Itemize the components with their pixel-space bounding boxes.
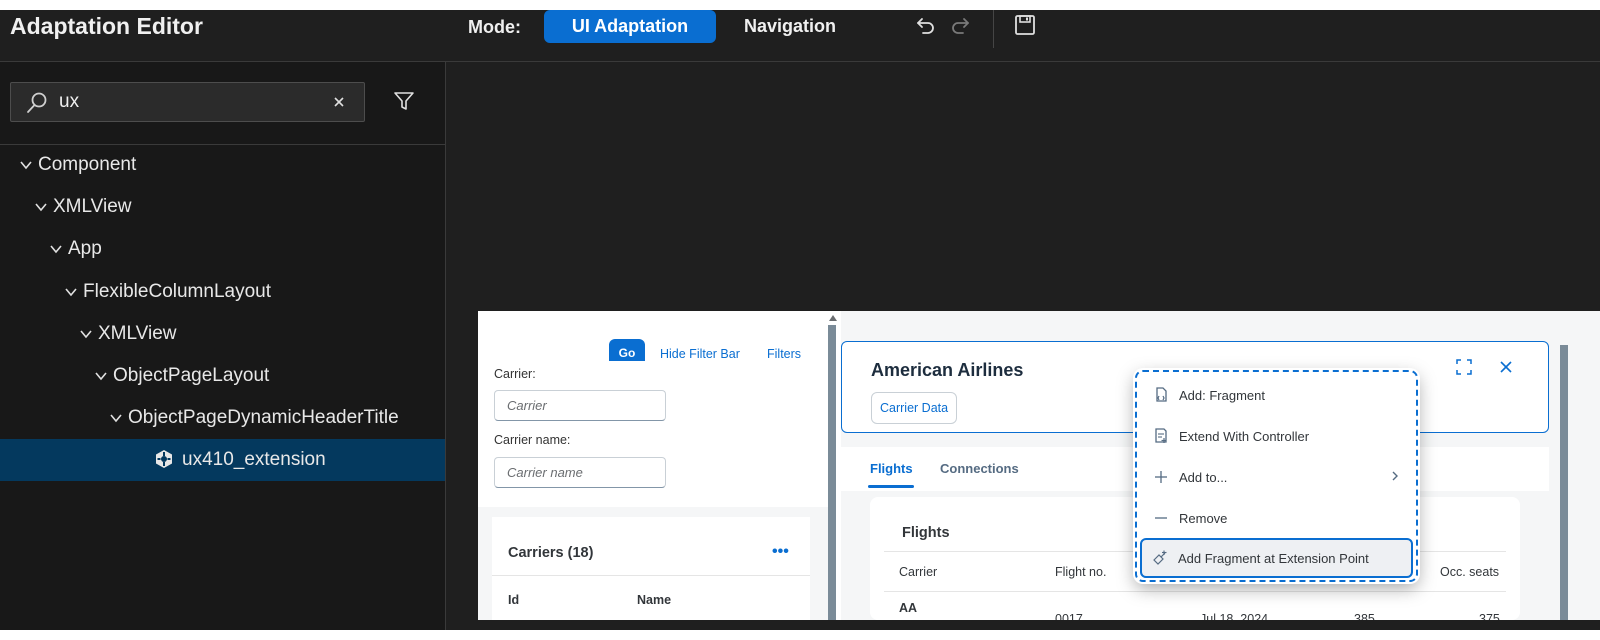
cell-seats[interactable]: 385	[1354, 612, 1375, 620]
menu-item-label: Add Fragment at Extension Point	[1178, 550, 1369, 566]
chevron-down-icon[interactable]	[18, 157, 34, 173]
extend-controller-icon	[1155, 428, 1167, 443]
object-page-scrollbar[interactable]	[1560, 345, 1568, 620]
carrier-input[interactable]: Carrier	[494, 390, 666, 421]
search-value: ux	[59, 91, 80, 112]
cell-occ-seats[interactable]: 375	[1479, 612, 1500, 620]
app-preview: Go Hide Filter Bar Filters Carrier: Carr…	[478, 311, 1600, 620]
save-icon[interactable]	[1013, 13, 1037, 37]
tree-node-xmlview-2[interactable]: XMLView	[0, 313, 445, 355]
menu-item-extend-with-controller[interactable]: Extend With Controller	[1145, 417, 1410, 455]
cell-flight-no[interactable]: 0017	[1055, 612, 1083, 620]
menu-item-label: Extend With Controller	[1179, 428, 1310, 444]
tree-node-label: ux410_extension	[182, 449, 326, 470]
hide-filter-bar-link[interactable]: Hide Filter Bar	[660, 347, 740, 361]
tree-node-label: XMLView	[53, 196, 132, 217]
mode-ui-adaptation-button[interactable]: UI Adaptation	[544, 10, 716, 43]
carrier-placeholder: Carrier	[507, 398, 547, 413]
tree-node-dynamic-header-title[interactable]: ObjectPageDynamicHeaderTitle	[0, 397, 445, 439]
tree-node-label: XMLView	[98, 323, 177, 344]
filters-link[interactable]: Filters	[767, 347, 801, 361]
chevron-down-icon[interactable]	[108, 410, 124, 426]
plus-icon	[1155, 471, 1167, 483]
column-header-name: Name	[637, 593, 672, 607]
search-input[interactable]: ux	[10, 82, 365, 122]
menu-item-remove[interactable]: Remove	[1145, 499, 1410, 537]
column-header-occ-seats: Occ. seats	[1440, 565, 1500, 579]
tab-flights[interactable]: Flights	[870, 461, 913, 476]
tab-connections[interactable]: Connections	[940, 461, 1019, 476]
table-divider	[492, 575, 810, 576]
close-icon[interactable]	[333, 96, 345, 108]
menu-item-add-fragment[interactable]: Add: Fragment	[1145, 376, 1410, 414]
menu-item-label: Remove	[1179, 510, 1228, 526]
fullscreen-icon[interactable]	[1456, 359, 1472, 375]
tree-node-label: Component	[38, 154, 137, 175]
carrier-name-input[interactable]: Carrier name	[494, 457, 666, 488]
tree-node-object-page-layout[interactable]: ObjectPageLayout	[0, 355, 445, 397]
carriers-table-area: Carriers (18) ••• Id Name	[478, 507, 828, 620]
outline-panel: ux Component XMLView App FlexibleColumnL…	[0, 62, 446, 630]
tree-node-ux410-extension[interactable]: ux410_extension	[0, 439, 445, 481]
toolbar-separator	[993, 10, 994, 48]
menu-item-label: Add to...	[1179, 469, 1228, 485]
column-header-id: Id	[508, 593, 520, 607]
cell-carrier[interactable]: AA	[899, 601, 917, 615]
carrier-name-label: Carrier name:	[494, 433, 571, 447]
carrier-data-button[interactable]: Carrier Data	[871, 392, 958, 424]
cell-date[interactable]: Jul 18, 2024	[1200, 612, 1268, 620]
menu-item-label: Add: Fragment	[1179, 387, 1265, 403]
table-divider	[884, 591, 1506, 592]
chevron-down-icon[interactable]	[63, 284, 79, 300]
carrier-name-placeholder: Carrier name	[507, 465, 583, 480]
flights-section-title: Flights	[902, 525, 950, 541]
tree-node-label: ObjectPageDynamicHeaderTitle	[128, 407, 399, 428]
filter-icon[interactable]	[392, 89, 416, 113]
scroll-up-icon[interactable]	[829, 315, 837, 321]
chevron-down-icon[interactable]	[33, 199, 49, 215]
carriers-table: Carriers (18) ••• Id Name	[492, 517, 810, 620]
context-menu: Add: Fragment Extend With Controller Add…	[1135, 370, 1418, 582]
list-scrollbar[interactable]	[828, 325, 836, 620]
add-fragment-icon	[1156, 387, 1167, 402]
tree-node-flexible-column-layout[interactable]: FlexibleColumnLayout	[0, 271, 445, 313]
object-title: American Airlines	[871, 360, 1024, 380]
extension-icon	[156, 450, 172, 468]
active-tab-indicator	[868, 485, 914, 488]
go-button[interactable]: Go	[609, 339, 645, 361]
menu-item-add-fragment-at-extension-point[interactable]: Add Fragment at Extension Point	[1140, 538, 1413, 578]
list-report-pane: Go Hide Filter Bar Filters Carrier: Carr…	[478, 311, 828, 620]
tree-node-label: FlexibleColumnLayout	[83, 281, 271, 302]
tree-node-xmlview[interactable]: XMLView	[0, 186, 445, 228]
column-header-flight-no: Flight no.	[1055, 565, 1107, 579]
redo-icon[interactable]	[948, 14, 972, 38]
carriers-table-title: Carriers (18)	[508, 545, 594, 561]
column-header-carrier: Carrier	[899, 565, 938, 579]
extension-point-icon	[1153, 550, 1167, 565]
carrier-label: Carrier:	[494, 367, 536, 381]
app-title: Adaptation Editor	[10, 13, 203, 39]
close-icon[interactable]	[1499, 360, 1513, 374]
more-options-icon[interactable]: •••	[772, 543, 789, 561]
search-icon	[27, 92, 47, 113]
tree-node-app[interactable]: App	[0, 228, 445, 270]
chevron-right-icon	[1392, 471, 1398, 481]
top-toolbar: Adaptation Editor Mode: UI Adaptation Na…	[0, 10, 1600, 62]
mode-label: Mode:	[468, 17, 521, 37]
tree-node-label: ObjectPageLayout	[113, 365, 270, 386]
chevron-down-icon[interactable]	[78, 326, 94, 342]
undo-icon[interactable]	[914, 14, 938, 38]
tree-node-label: App	[68, 238, 102, 259]
tree-node-component[interactable]: Component	[0, 144, 445, 186]
menu-item-add-to[interactable]: Add to...	[1145, 458, 1410, 496]
chevron-down-icon[interactable]	[93, 368, 109, 384]
mode-navigation-button[interactable]: Navigation	[725, 10, 855, 43]
minus-icon	[1155, 517, 1167, 519]
chevron-down-icon[interactable]	[48, 241, 64, 257]
